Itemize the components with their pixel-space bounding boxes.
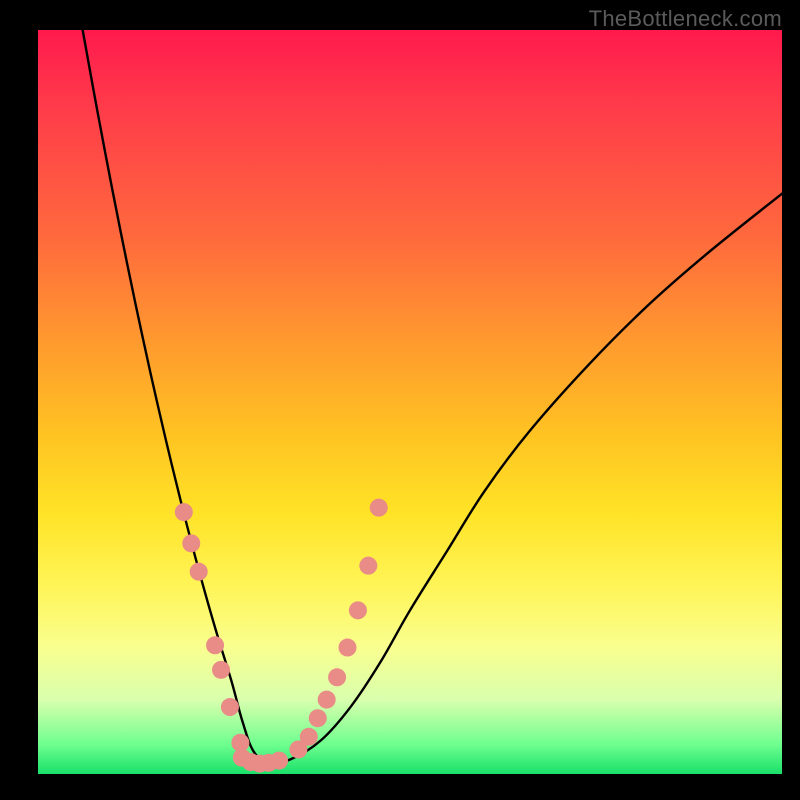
plot-area xyxy=(38,30,782,774)
marker-dot xyxy=(339,639,357,657)
marker-dot xyxy=(309,709,327,727)
marker-dot xyxy=(328,668,346,686)
bottleneck-curve xyxy=(83,30,782,763)
marker-dot xyxy=(300,728,318,746)
marker-dot xyxy=(370,499,388,517)
marker-dot xyxy=(221,698,239,716)
chart-frame: TheBottleneck.com xyxy=(0,0,800,800)
curve-layer xyxy=(38,30,782,774)
marker-dots xyxy=(175,499,388,773)
marker-dot xyxy=(206,636,224,654)
marker-dot xyxy=(175,503,193,521)
marker-dot xyxy=(212,661,230,679)
marker-dot xyxy=(270,752,288,770)
watermark-text: TheBottleneck.com xyxy=(589,6,782,32)
marker-dot xyxy=(190,563,208,581)
marker-dot xyxy=(182,534,200,552)
marker-dot xyxy=(349,601,367,619)
marker-dot xyxy=(318,691,336,709)
marker-dot xyxy=(359,557,377,575)
